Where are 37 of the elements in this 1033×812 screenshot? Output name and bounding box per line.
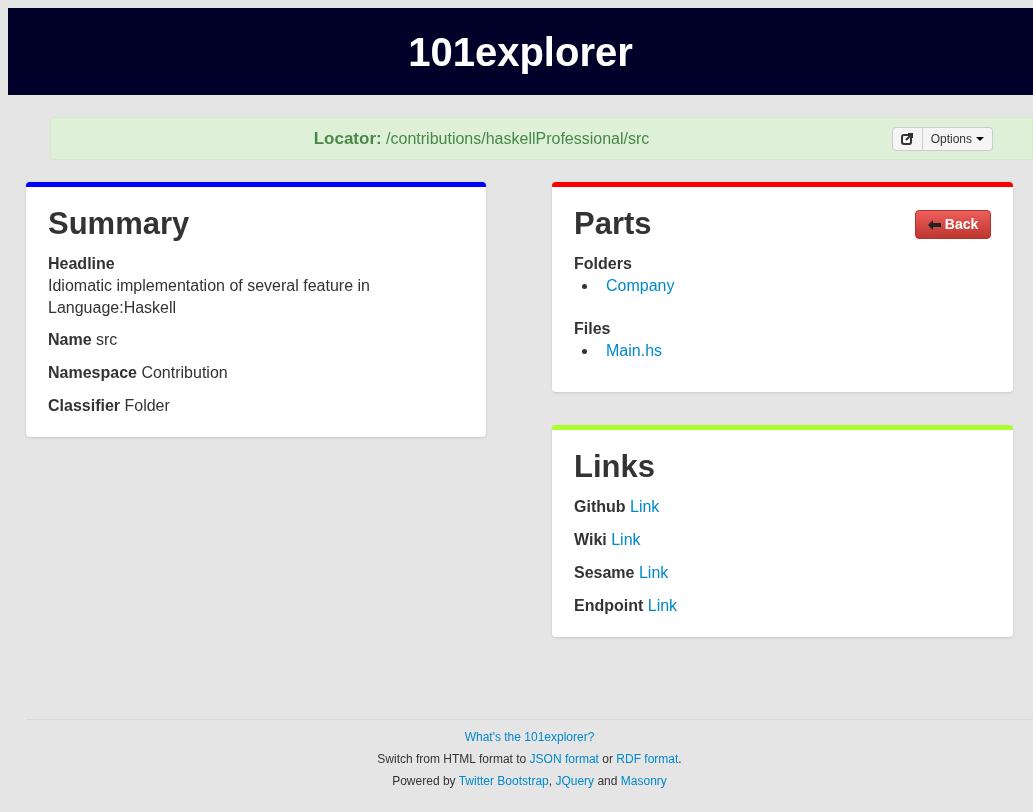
- options-button[interactable]: Options: [922, 127, 993, 151]
- footer-link[interactable]: Twitter Bootstrap: [458, 774, 549, 788]
- caret-icon: [976, 137, 984, 141]
- footer-link[interactable]: JQuery: [555, 774, 595, 788]
- footer-text: Switch from HTML format to JSON format or RDF format.: [377, 751, 682, 768]
- field-label: Headline: [48, 254, 116, 274]
- field-row-text: Classifier Folder: [48, 396, 171, 416]
- share-button[interactable]: [891, 127, 923, 151]
- card-title: Summary: [48, 205, 190, 243]
- footer-link[interactable]: Masonry: [620, 774, 667, 788]
- field-row-text: Name src: [48, 330, 119, 350]
- site-title: 101explorer: [408, 28, 633, 76]
- file-link[interactable]: Company: [606, 275, 675, 297]
- arrow-left-icon: [927, 219, 941, 230]
- link[interactable]: Link: [611, 531, 641, 548]
- bullet-icon: [582, 348, 587, 354]
- footer-text: Powered by Twitter Bootstrap, JQuery and Masonry: [392, 773, 667, 790]
- share-icon: [901, 133, 914, 145]
- footer-link[interactable]: JSON format: [529, 752, 599, 766]
- card-title: Links: [574, 448, 655, 486]
- back-button[interactable]: Back: [915, 210, 991, 239]
- link[interactable]: Link: [638, 564, 669, 581]
- locator-text: Locator: /contributions/haskellProfessional/src: [313, 127, 651, 150]
- link[interactable]: Link: [630, 498, 660, 515]
- group-label: Folders: [574, 254, 633, 274]
- file-link[interactable]: Main.hs: [606, 340, 663, 362]
- bullet-icon: [582, 283, 587, 289]
- group-label: Files: [574, 319, 612, 339]
- link-row-text: Endpoint Link: [574, 596, 679, 616]
- link-row-text: Sesame Link: [574, 563, 670, 583]
- field-row-text: Namespace Contribution: [48, 363, 229, 383]
- headline-text: Idiomatic implementation of several feature in Language:Haskell: [48, 276, 371, 318]
- footer-link[interactable]: What's the 101explorer?: [464, 728, 595, 746]
- link[interactable]: Link: [647, 597, 678, 614]
- card-title: Parts: [574, 205, 652, 243]
- link-row-text: Github Link: [574, 497, 661, 517]
- link-row-text: Wiki Link: [574, 530, 642, 550]
